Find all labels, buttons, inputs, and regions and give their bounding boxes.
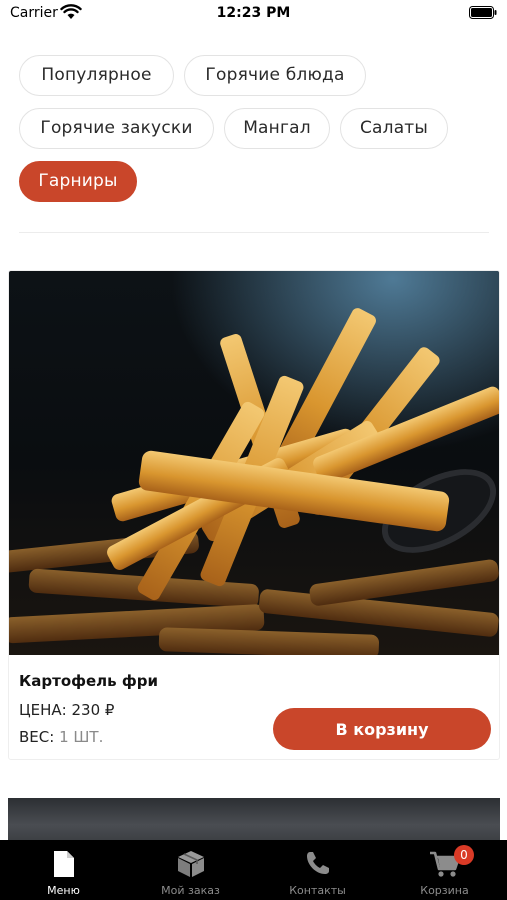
product-photo[interactable] [9,271,500,655]
price-label: ЦЕНА: [19,701,67,719]
category-chip-sides[interactable]: Гарниры [19,161,137,202]
phone-icon [306,852,329,874]
divider [19,232,489,233]
category-chip-popular[interactable]: Популярное [19,55,174,96]
tab-contacts-label: Контакты [289,884,346,897]
status-time: 12:23 PM [216,5,291,21]
tab-my-order[interactable]: Мой заказ [127,840,254,900]
category-chip-hot-dishes[interactable]: Горячие блюда [184,55,366,96]
box-icon [177,851,204,877]
weight-row: ВЕС: 1 ШТ. [19,728,103,746]
tab-menu[interactable]: Меню [0,840,127,900]
tab-cart-label: Корзина [420,884,469,897]
next-product-photo[interactable] [8,798,500,843]
weight-value: 1 ШТ. [59,728,104,746]
category-chip-hot-appetizers[interactable]: Горячие закуски [19,108,214,149]
tab-bar: Меню Мой заказ Контакты 0 Корзина [0,840,507,900]
add-to-cart-button[interactable]: В корзину [273,708,491,750]
status-bar: Carrier 12:23 PM [0,0,507,30]
product-card[interactable]: Картофель фри ЦЕНА: 230 ₽ ВЕС: 1 ШТ. В к… [8,270,500,760]
cart-badge: 0 [454,845,474,865]
tab-contacts[interactable]: Контакты [254,840,381,900]
price-value: 230 ₽ [71,701,115,719]
tab-my-order-label: Мой заказ [161,884,220,897]
tab-cart[interactable]: 0 Корзина [381,840,507,900]
price-row: ЦЕНА: 230 ₽ [19,701,114,719]
category-chip-salads[interactable]: Салаты [340,108,448,149]
product-name: Картофель фри [19,672,158,690]
document-icon [53,851,74,877]
tab-menu-label: Меню [47,884,80,897]
battery-icon [469,6,497,19]
category-chip-grill[interactable]: Мангал [224,108,330,149]
weight-label: ВЕС: [19,728,55,746]
